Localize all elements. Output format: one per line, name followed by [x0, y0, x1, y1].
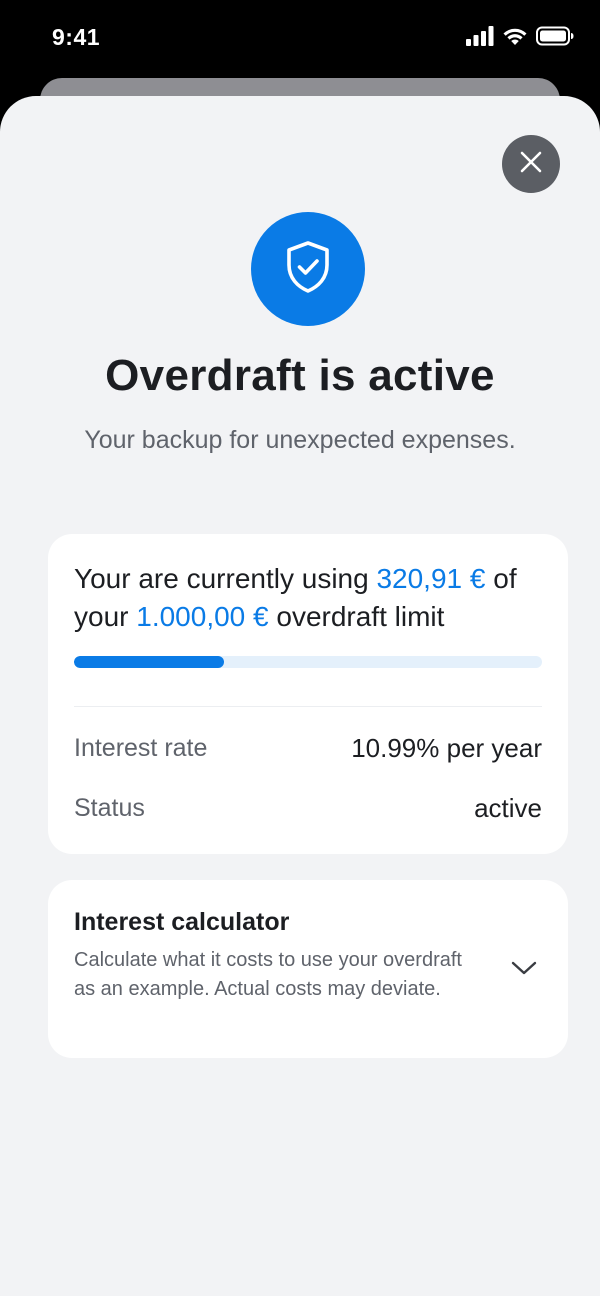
usage-summary: Your are currently using 320,91 € of you… — [74, 560, 548, 636]
limit-amount: 1.000,00 € — [136, 601, 269, 632]
page-title: Overdraft is active — [105, 351, 495, 400]
interest-calculator-description: Calculate what it costs to use your over… — [74, 949, 462, 1000]
interest-calculator-card[interactable]: Interest calculator Calculate what it co… — [48, 880, 568, 1058]
usage-progress-fill — [74, 656, 225, 668]
divider — [74, 706, 542, 707]
status-time: 9:41 — [52, 24, 101, 50]
usage-text-before: Your are currently using — [74, 563, 377, 594]
page-subtitle: Your backup for unexpected expenses. — [84, 426, 516, 454]
usage-text-after: overdraft limit — [268, 601, 445, 632]
status-row: Status active — [74, 790, 542, 826]
status-value: active — [474, 792, 542, 823]
shield-check-icon — [284, 240, 332, 299]
usage-progress-bar — [74, 656, 542, 668]
status-label: Status — [74, 793, 145, 822]
status-bar: 9:41 — [0, 0, 600, 80]
chevron-down-icon[interactable] — [510, 954, 538, 982]
signal-icon — [466, 25, 494, 51]
overdraft-sheet: Overdraft is active Your backup for unex… — [0, 96, 600, 1296]
wifi-icon — [502, 26, 528, 51]
interest-rate-row: Interest rate 10.99% per year — [74, 730, 542, 766]
interest-rate-value: 10.99% per year — [351, 732, 542, 763]
interest-calculator-title: Interest calculator — [74, 908, 290, 936]
status-icons — [466, 25, 574, 51]
close-icon — [519, 150, 543, 179]
usage-card: Your are currently using 320,91 € of you… — [48, 534, 568, 854]
used-amount: 320,91 € — [376, 563, 486, 594]
close-button[interactable] — [502, 135, 560, 193]
hero-icon-circle — [251, 212, 365, 326]
battery-icon — [536, 26, 574, 51]
interest-rate-label: Interest rate — [74, 733, 208, 762]
